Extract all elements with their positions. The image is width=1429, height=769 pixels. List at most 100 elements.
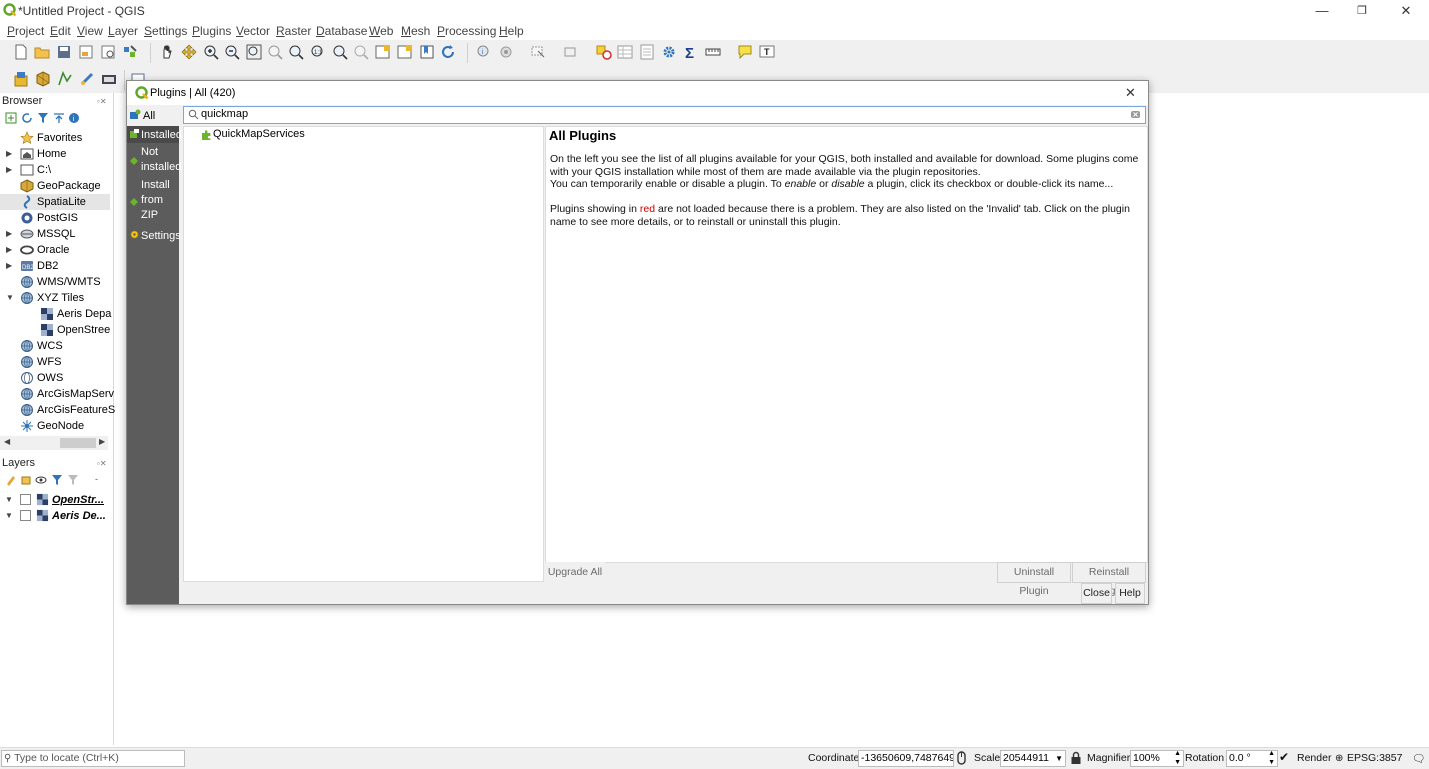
text-annotation-icon[interactable]: T xyxy=(759,44,775,60)
tab-settings[interactable]: Settings xyxy=(127,227,181,244)
filter-by-expression-icon[interactable] xyxy=(67,474,79,486)
rotation-field[interactable]: 0.0 ° ▲ ▼ xyxy=(1226,750,1278,767)
uninstall-plugin-button[interactable]: Uninstall Plugin xyxy=(997,562,1071,597)
select-features-icon[interactable] xyxy=(530,44,546,60)
menu-web[interactable]: Web xyxy=(369,24,393,38)
browser-item[interactable]: GeoPackage xyxy=(0,178,110,194)
refresh-browser-icon[interactable] xyxy=(21,112,33,124)
remove-layer-icon[interactable]: - xyxy=(95,474,98,484)
measure-line-icon[interactable] xyxy=(705,44,721,60)
menu-edit[interactable]: Edit xyxy=(50,24,71,38)
new-virtual-layer-icon[interactable] xyxy=(101,71,117,87)
expand-arrow-icon[interactable]: ▶ xyxy=(6,242,12,258)
scale-field[interactable]: 20544911 ▼ xyxy=(1000,750,1066,767)
zoom-full-icon[interactable] xyxy=(246,44,262,60)
zoom-out-icon[interactable] xyxy=(224,44,240,60)
tab-installed[interactable]: Installed xyxy=(127,126,182,143)
restore-button[interactable]: ❐ xyxy=(1342,2,1382,20)
browser-item[interactable]: PostGIS xyxy=(0,210,110,226)
deselect-features-icon[interactable] xyxy=(563,44,579,60)
upgrade-all-button[interactable]: Upgrade All xyxy=(545,562,605,583)
browser-horizontal-scrollbar[interactable]: ◀ ▶ xyxy=(0,436,108,450)
manage-map-themes-icon[interactable] xyxy=(35,474,47,486)
browser-item[interactable]: ▼ XYZ Tiles xyxy=(0,290,110,306)
menu-help[interactable]: Help xyxy=(499,24,524,38)
zoom-in-icon[interactable] xyxy=(203,44,219,60)
tab-not-installed[interactable]: Not installed xyxy=(127,145,181,177)
dialog-close-icon[interactable]: ✕ xyxy=(1125,85,1136,101)
close-window-button[interactable]: ✕ xyxy=(1386,2,1426,20)
field-calculator-icon[interactable] xyxy=(639,44,655,60)
menu-database[interactable]: Database xyxy=(316,24,367,38)
open-layer-styling-icon[interactable] xyxy=(5,474,17,486)
browser-item[interactable]: WFS xyxy=(0,354,110,370)
clear-search-icon[interactable] xyxy=(1130,109,1141,120)
close-button[interactable]: Close xyxy=(1081,583,1112,604)
zoom-last-icon[interactable] xyxy=(332,44,348,60)
refresh-icon[interactable] xyxy=(440,44,456,60)
new-bookmark-icon[interactable] xyxy=(419,44,435,60)
expand-arrow-icon[interactable]: ▶ xyxy=(6,258,12,274)
menu-plugins[interactable]: Plugins xyxy=(192,24,231,38)
zoom-to-layer-icon[interactable] xyxy=(288,44,304,60)
layer-item[interactable]: ▼ Aeris De... xyxy=(0,508,110,524)
menu-settings[interactable]: Settings xyxy=(144,24,187,38)
browser-item[interactable]: ▶ C:\ xyxy=(0,162,110,178)
menu-layer[interactable]: Layer xyxy=(108,24,138,38)
identify-features-icon[interactable]: i xyxy=(476,44,492,60)
plugin-search-box[interactable]: quickmap xyxy=(183,106,1146,124)
plugin-name[interactable]: QuickMapServices xyxy=(213,128,305,140)
layer-item[interactable]: ▼ OpenStr... xyxy=(0,492,110,508)
tab-all[interactable]: All xyxy=(127,106,179,125)
menu-processing[interactable]: Processing xyxy=(437,24,496,38)
browser-item[interactable]: OWS xyxy=(0,370,110,386)
collapse-all-icon[interactable] xyxy=(53,112,65,124)
magnifier-field[interactable]: 100% ▲ ▼ xyxy=(1130,750,1184,767)
pan-to-selection-icon[interactable] xyxy=(181,44,197,60)
browser-item[interactable]: OpenStree xyxy=(0,322,110,338)
collapse-arrow-icon[interactable]: ▼ xyxy=(5,508,13,524)
expand-arrow-icon[interactable]: ▶ xyxy=(6,226,12,242)
reinstall-plugin-button[interactable]: Reinstall Plugin xyxy=(1072,562,1146,597)
browser-item[interactable]: WCS xyxy=(0,338,110,354)
new-geopackage-layer-icon[interactable] xyxy=(35,71,51,87)
new-map-view-icon[interactable] xyxy=(375,44,391,60)
new-print-layout-icon[interactable] xyxy=(78,44,94,60)
list-item[interactable]: QuickMapServices xyxy=(200,127,400,143)
browser-item[interactable]: ▶ DB2 DB2 xyxy=(0,258,110,274)
browser-panel-float-close[interactable]: ▫✕ xyxy=(97,97,107,106)
filter-browser-icon[interactable] xyxy=(37,112,49,124)
new-project-icon[interactable] xyxy=(13,44,29,60)
scroll-left-icon[interactable]: ◀ xyxy=(4,437,10,446)
expand-arrow-icon[interactable]: ▶ xyxy=(6,162,12,178)
expand-arrow-icon[interactable]: ▶ xyxy=(6,146,12,162)
scroll-right-icon[interactable]: ▶ xyxy=(99,437,105,446)
add-selected-layers-icon[interactable] xyxy=(5,112,17,124)
menu-mesh[interactable]: Mesh xyxy=(401,24,430,38)
filter-legend-icon[interactable] xyxy=(51,474,63,486)
open-project-icon[interactable] xyxy=(34,44,50,60)
select-by-value-icon[interactable] xyxy=(596,44,612,60)
tab-install-from-zip[interactable]: Install from ZIP xyxy=(127,178,179,226)
scrollbar-thumb[interactable] xyxy=(60,438,96,448)
toggle-extents-mouse-icon[interactable] xyxy=(955,751,968,765)
crs-label[interactable]: EPSG:3857 xyxy=(1347,752,1402,764)
menu-vector[interactable]: Vector xyxy=(236,24,270,38)
new-temporary-layer-icon[interactable] xyxy=(79,71,95,87)
statistical-summary-icon[interactable]: Σ xyxy=(683,44,699,60)
browser-item[interactable]: SpatiaLite xyxy=(0,194,110,210)
data-source-manager-icon[interactable] xyxy=(13,71,29,87)
browser-item[interactable]: ▶ Home xyxy=(0,146,110,162)
layer-visibility-checkbox[interactable] xyxy=(20,510,31,521)
browser-item[interactable]: Aeris Depa xyxy=(0,306,111,322)
coordinate-field[interactable]: -13650609,7487649 xyxy=(858,750,954,767)
browser-item[interactable]: WMS/WMTS xyxy=(0,274,110,290)
messages-icon[interactable]: 🗨 xyxy=(1412,752,1425,765)
run-feature-action-icon[interactable] xyxy=(498,44,514,60)
lock-icon[interactable] xyxy=(1070,751,1082,765)
add-group-icon[interactable] xyxy=(20,474,32,486)
help-button[interactable]: Help xyxy=(1115,583,1145,604)
plugin-search-input[interactable]: quickmap xyxy=(201,108,248,120)
map-tips-icon[interactable] xyxy=(737,44,753,60)
zoom-next-icon[interactable] xyxy=(353,44,369,60)
